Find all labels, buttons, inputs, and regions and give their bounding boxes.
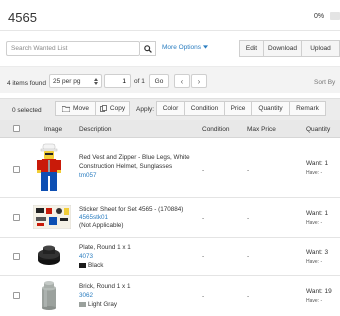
copy-button[interactable]: Copy [96,101,130,116]
item-id-link[interactable]: 3062 [79,292,93,301]
progress-bar [330,12,340,20]
column-header-condition[interactable]: Condition [202,126,229,133]
item-name: Brick, Round 1 x 1 [79,283,131,290]
column-header-description[interactable]: Description [79,126,112,133]
header-divider [0,30,340,31]
item-color-name: Light Gray [88,301,118,308]
per-page-select[interactable]: 25 per pg [49,74,102,88]
more-options-link[interactable]: More Options [162,44,208,51]
apply-remark-button[interactable]: Remark [290,101,326,116]
row-checkbox[interactable] [13,166,20,173]
select-arrows-icon [94,77,98,85]
item-want-qty[interactable]: Want: 3 [306,249,328,256]
apply-condition-button[interactable]: Condition [185,101,225,116]
go-button[interactable]: Go [149,74,169,88]
progress-percent: 0% [314,13,325,20]
copy-label: Copy [109,105,126,112]
search-input[interactable] [6,41,140,56]
item-max-price: - [247,293,250,300]
apply-color-button[interactable]: Color [156,101,185,116]
chevron-right-icon: › [197,76,201,86]
next-page-button[interactable]: › [191,74,207,88]
items-found-count: 4 items found [7,80,47,87]
color-swatch [79,301,86,307]
prev-page-button[interactable]: ‹ [174,74,190,88]
page-title: 4565 [8,10,37,25]
page-total: of 1 [134,78,145,85]
item-have-qty: Have: - [306,298,323,304]
item-want-qty[interactable]: Want: 1 [306,160,328,167]
item-condition: - [202,293,205,300]
minifig-image[interactable] [34,143,64,193]
caret-down-icon [202,45,208,49]
download-button[interactable]: Download [264,40,302,57]
item-max-price: - [247,215,250,222]
list-actions-group: Edit Download Upload [239,40,340,57]
row-checkbox[interactable] [13,214,20,221]
item-color: Black [79,262,103,271]
item-color-name: Black [88,262,104,269]
page-number-input[interactable] [104,74,131,88]
row-checkbox[interactable] [13,253,20,260]
edit-button[interactable]: Edit [239,40,264,57]
item-name: Plate, Round 1 x 1 [79,244,131,251]
chevron-left-icon: ‹ [180,76,184,86]
item-condition: - [202,253,205,260]
column-header-max-price[interactable]: Max Price [247,126,276,133]
row-checkbox[interactable] [13,292,20,299]
folder-icon [62,105,71,112]
brick-round-image[interactable] [40,280,58,310]
search-button[interactable] [140,41,156,56]
apply-quantity-button[interactable]: Quantity [252,101,290,116]
item-have-qty: Have: - [306,170,323,176]
move-button[interactable]: Move [55,101,96,116]
item-condition: - [202,215,205,222]
item-max-price: - [247,253,250,260]
move-label: Move [73,105,89,112]
more-options-label: More Options [162,44,202,51]
copy-icon [100,105,107,112]
item-name: Red Vest and Zipper - Blue Legs, White C… [79,154,190,170]
apply-price-button[interactable]: Price [225,101,252,116]
item-note: (Not Applicable) [79,222,124,229]
per-page-value: 25 per pg [53,77,81,85]
color-swatch [79,262,86,268]
selected-count: 0 selected [12,107,42,114]
item-have-qty: Have: - [306,220,323,226]
item-have-qty: Have: - [306,259,323,265]
column-header-quantity[interactable]: Quantity [306,126,330,133]
upload-button[interactable]: Upload [302,40,340,57]
sort-by-label[interactable]: Sort By [314,79,335,86]
item-id-link[interactable]: tm057 [79,172,97,181]
select-all-checkbox[interactable] [13,125,20,132]
sticker-sheet-image[interactable] [33,205,71,229]
item-color: Light Gray [79,301,117,310]
plate-round-image[interactable] [36,243,62,269]
search-icon [143,44,152,53]
item-max-price: - [247,167,250,174]
item-want-qty[interactable]: Want: 1 [306,210,328,217]
item-id-link[interactable]: 4073 [79,253,93,262]
item-want-qty[interactable]: Want: 19 [306,288,332,295]
item-condition: - [202,167,205,174]
apply-label: Apply: [136,106,155,113]
column-header-image: Image [44,126,63,133]
